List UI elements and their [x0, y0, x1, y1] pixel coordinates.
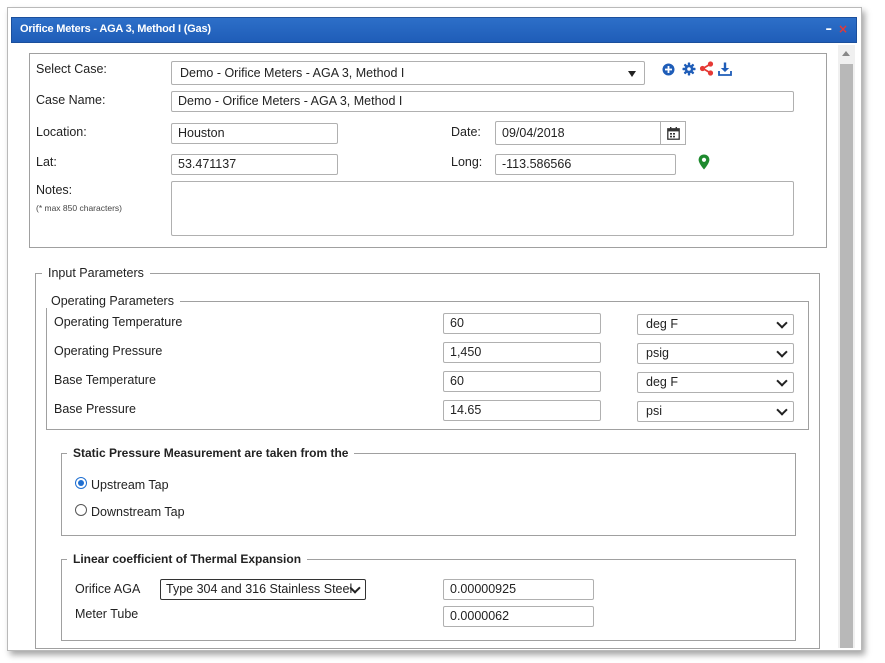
- thermal-expansion-title: Linear coefficient of Thermal Expansion: [67, 552, 308, 566]
- notes-textarea[interactable]: [171, 181, 794, 236]
- base-pressure-unit-select[interactable]: psi: [637, 401, 794, 422]
- downstream-tap-label[interactable]: Downstream Tap: [91, 505, 185, 519]
- window-title: Orifice Meters - AGA 3, Method I (Gas): [20, 23, 211, 35]
- lat-label: Lat:: [36, 155, 57, 169]
- vertical-scrollbar[interactable]: [838, 45, 855, 648]
- chevron-down-icon: [776, 375, 788, 387]
- meter-tube-coefficient-input[interactable]: 0.0000062: [443, 606, 594, 627]
- notes-label: Notes:: [36, 183, 73, 197]
- date-label: Date:: [451, 125, 481, 139]
- long-label: Long:: [451, 155, 483, 169]
- thermal-expansion-fieldset: [61, 559, 796, 641]
- date-input[interactable]: 09/04/2018: [495, 121, 662, 145]
- orifice-material-value: Type 304 and 316 Stainless Steel: [166, 582, 353, 596]
- operating-pressure-unit-value: psig: [646, 346, 669, 360]
- operating-pressure-unit-select[interactable]: psig: [637, 343, 794, 364]
- caret-down-icon: [628, 71, 636, 77]
- select-case-label: Select Case:: [36, 62, 107, 76]
- download-icon[interactable]: [718, 62, 732, 76]
- base-temperature-label: Base Temperature: [54, 373, 156, 387]
- static-pressure-fieldset: [61, 453, 796, 536]
- meter-tube-label: Meter Tube: [75, 607, 139, 621]
- scroll-thumb[interactable]: [840, 64, 853, 648]
- long-input[interactable]: -113.586566: [495, 154, 676, 175]
- orifice-aga-label: Orifice AGA: [75, 582, 141, 596]
- select-case-value: Demo - Orifice Meters - AGA 3, Method I: [180, 66, 405, 80]
- minimize-button[interactable]: –: [826, 22, 833, 37]
- base-pressure-input[interactable]: 14.65: [443, 400, 601, 421]
- upstream-tap-radio[interactable]: [75, 477, 87, 489]
- orifice-coefficient-input[interactable]: 0.00000925: [443, 579, 594, 600]
- operating-pressure-input[interactable]: 1,450: [443, 342, 601, 363]
- location-input[interactable]: Houston: [171, 123, 338, 144]
- gear-icon[interactable]: [682, 62, 696, 76]
- base-pressure-unit-value: psi: [646, 404, 662, 418]
- chevron-down-icon: [776, 317, 788, 329]
- close-button[interactable]: ×: [838, 22, 848, 36]
- scroll-up-arrow-icon[interactable]: [842, 51, 850, 56]
- operating-temperature-unit-select[interactable]: deg F: [637, 314, 794, 335]
- operating-temperature-label: Operating Temperature: [54, 315, 183, 329]
- lat-input[interactable]: 53.471137: [171, 154, 338, 175]
- base-temperature-unit-select[interactable]: deg F: [637, 372, 794, 393]
- map-pin-icon[interactable]: [698, 154, 710, 170]
- add-icon[interactable]: [662, 63, 675, 76]
- share-icon[interactable]: [699, 61, 714, 76]
- base-pressure-label: Base Pressure: [54, 402, 136, 416]
- case-name-label: Case Name:: [36, 93, 106, 107]
- chevron-down-icon: [776, 346, 788, 358]
- base-temperature-unit-value: deg F: [646, 375, 678, 389]
- select-case-dropdown[interactable]: Demo - Orifice Meters - AGA 3, Method I: [171, 61, 645, 85]
- location-label: Location:: [36, 125, 87, 139]
- case-name-input[interactable]: Demo - Orifice Meters - AGA 3, Method I: [171, 91, 794, 112]
- operating-pressure-label: Operating Pressure: [54, 344, 163, 358]
- orifice-material-select[interactable]: Type 304 and 316 Stainless Steel: [160, 579, 366, 600]
- downstream-tap-radio[interactable]: [75, 504, 87, 516]
- date-picker-button[interactable]: [660, 121, 686, 145]
- static-pressure-title: Static Pressure Measurement are taken fr…: [67, 446, 355, 460]
- operating-temperature-unit-value: deg F: [646, 317, 678, 331]
- operating-temperature-input[interactable]: 60: [443, 313, 601, 334]
- upstream-tap-label[interactable]: Upstream Tap: [91, 478, 169, 492]
- title-bar: Orifice Meters - AGA 3, Method I (Gas) –…: [11, 17, 857, 43]
- input-parameters-title: Input Parameters: [42, 266, 150, 280]
- chevron-down-icon: [776, 404, 788, 416]
- operating-parameters-title: Operating Parameters: [46, 294, 180, 308]
- calendar-icon: [667, 127, 680, 140]
- notes-hint: (* max 850 characters): [36, 203, 122, 213]
- base-temperature-input[interactable]: 60: [443, 371, 601, 392]
